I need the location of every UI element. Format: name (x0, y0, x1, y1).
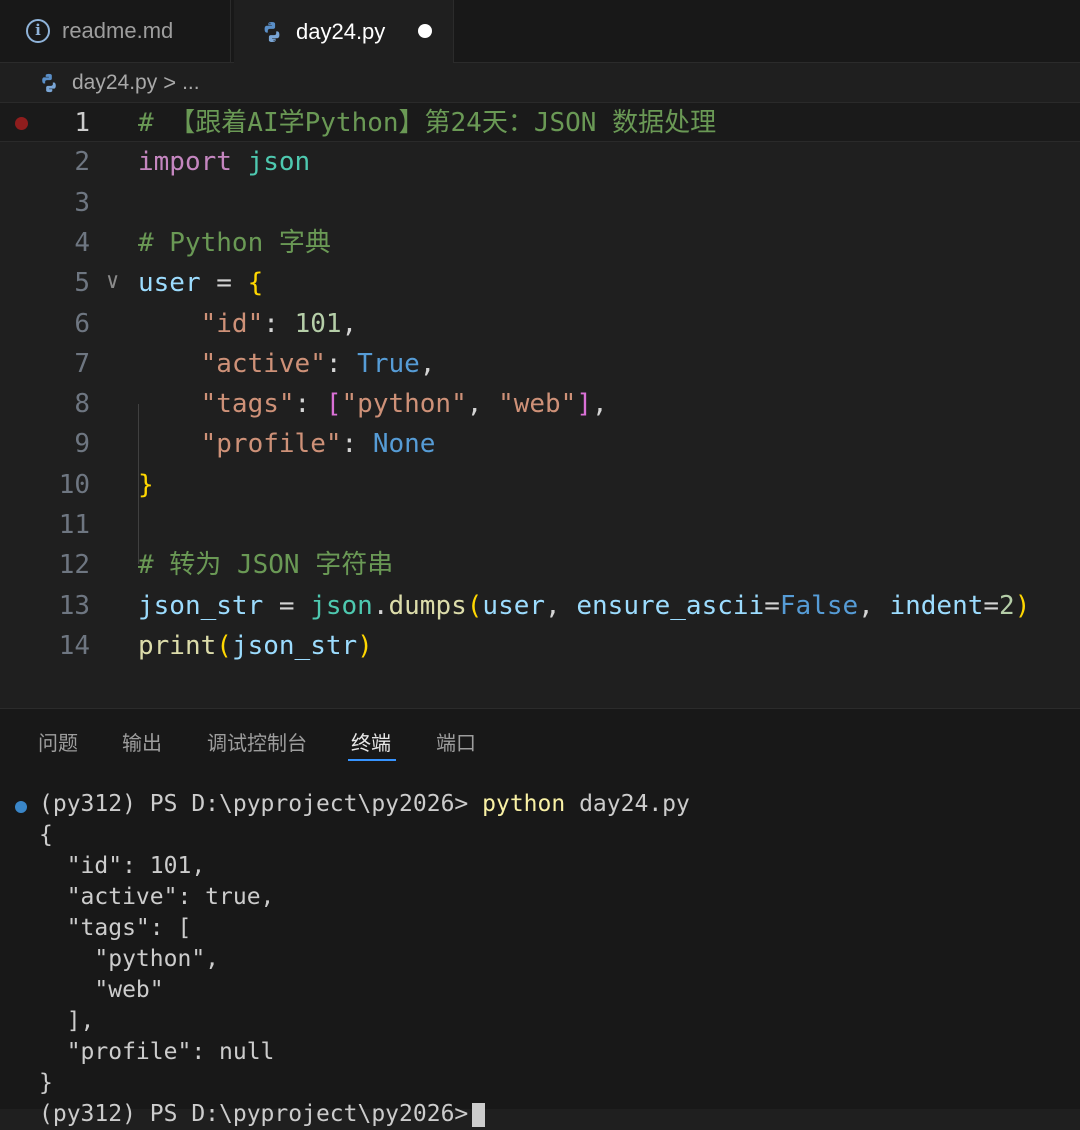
code-text: import json (138, 147, 311, 178)
code-text: } (138, 469, 154, 500)
code-line[interactable]: 3 (0, 183, 1080, 223)
chevron-right-icon: > (163, 70, 177, 95)
terminal-command-line: (py312) PS D:\pyproject\py2026> python d… (39, 789, 690, 820)
terminal-cursor (472, 1102, 486, 1127)
line-number: 5 (74, 268, 90, 299)
code-text: # Python 字典 (138, 227, 331, 258)
terminal-args: day24.py (579, 791, 690, 817)
code-text: # 转为 JSON 字符串 (138, 550, 394, 581)
code-text: "profile": None (200, 429, 436, 460)
terminal-next-prompt-line: (py312) PS D:\pyproject\py2026> (39, 1099, 486, 1130)
line-number: 6 (74, 308, 90, 339)
tab-terminal[interactable]: 终端 (351, 727, 391, 756)
terminal-output-line: { (39, 822, 53, 848)
tab-readme[interactable]: i readme.md (0, 0, 231, 62)
panel-tabs: 问题 输出 调试控制台 终端 端口 (0, 709, 1080, 769)
editor-tab-bar: i readme.md day24.py (0, 0, 1080, 63)
terminal-output-line: } (39, 1070, 53, 1096)
code-line[interactable]: 7 "active": True, (0, 344, 1080, 384)
line-number: 10 (58, 469, 90, 500)
code-text: "id": 101, (200, 308, 358, 339)
tab-label: day24.py (296, 18, 386, 44)
unsaved-dot-icon[interactable] (418, 24, 432, 38)
line-number: 4 (74, 227, 90, 258)
code-text: json_str = json.dumps(user, ensure_ascii… (138, 590, 1031, 621)
code-line[interactable]: 6 "id": 101, (0, 304, 1080, 344)
code-line[interactable]: 14 print(json_str) (0, 626, 1080, 666)
line-number: 14 (58, 630, 90, 661)
code-line[interactable]: 2 import json (0, 142, 1080, 182)
command-status-icon (15, 801, 27, 813)
line-number: 11 (58, 510, 90, 540)
tab-problems[interactable]: 问题 (38, 727, 78, 756)
code-line[interactable]: 4 # Python 字典 (0, 223, 1080, 263)
line-number: 2 (74, 147, 90, 178)
terminal-output-line: "profile": null (39, 1039, 275, 1065)
code-line[interactable]: 1 # 【跟着AI学Python】第24天：JSON 数据处理 (0, 102, 1080, 143)
code-text: print(json_str) (138, 630, 373, 661)
code-line[interactable]: ∨ 5 user = { (0, 263, 1080, 303)
terminal-output-line: "id": 101, (39, 853, 206, 879)
python-icon (38, 72, 60, 94)
terminal-command: python (482, 791, 566, 817)
code-line[interactable]: 9 "profile": None (0, 424, 1080, 464)
code-line[interactable]: 13 json_str = json.dumps(user, ensure_asc… (0, 586, 1080, 626)
line-number: 13 (58, 590, 90, 621)
line-number: 8 (74, 389, 90, 420)
bottom-panel: 问题 输出 调试控制台 终端 端口 (py312) PS D:\pyprojec… (0, 708, 1080, 1127)
line-number: 7 (74, 348, 90, 379)
terminal-prompt: (py312) PS D:\pyproject\py2026> (39, 791, 469, 817)
terminal-output-line: "python", (39, 946, 220, 972)
terminal-output-line: "tags": [ (39, 915, 192, 941)
breadcrumb-more[interactable]: ... (182, 71, 200, 95)
code-line[interactable]: 12 # 转为 JSON 字符串 (0, 545, 1080, 585)
line-number: 3 (74, 187, 90, 218)
line-number: 1 (74, 108, 90, 138)
info-icon: i (26, 19, 50, 43)
line-number: 9 (74, 429, 90, 460)
fold-chevron-icon[interactable]: ∨ (106, 262, 119, 302)
code-line[interactable]: 8 "tags": ["python", "web"], (0, 384, 1080, 424)
code-editor[interactable]: 1 # 【跟着AI学Python】第24天：JSON 数据处理 2 import js… (0, 100, 1080, 700)
code-text: "active": True, (200, 348, 436, 379)
line-number: 12 (58, 550, 90, 581)
code-text: "tags": ["python", "web"], (200, 389, 608, 420)
terminal-output-line: "web" (39, 977, 164, 1003)
python-icon (260, 20, 284, 44)
terminal-output-line: "active": true, (39, 884, 275, 910)
code-line[interactable]: 11 (0, 505, 1080, 545)
tab-label: readme.md (62, 18, 174, 43)
terminal-output-line: ], (39, 1008, 95, 1034)
code-text: user = { (138, 268, 264, 299)
tab-output[interactable]: 输出 (122, 727, 162, 756)
terminal-prompt: (py312) PS D:\pyproject\py2026> (39, 1101, 469, 1127)
active-tab-indicator (348, 759, 396, 761)
tab-ports[interactable]: 端口 (436, 727, 476, 756)
breadcrumb-file[interactable]: day24.py (72, 71, 157, 95)
code-line[interactable]: 10} (0, 465, 1080, 505)
tab-debug-console[interactable]: 调试控制台 (207, 727, 307, 756)
code-text: # 【跟着AI学Python】第24天：JSON 数据处理 (138, 108, 717, 138)
breadcrumb: day24.py > ... (38, 66, 200, 100)
